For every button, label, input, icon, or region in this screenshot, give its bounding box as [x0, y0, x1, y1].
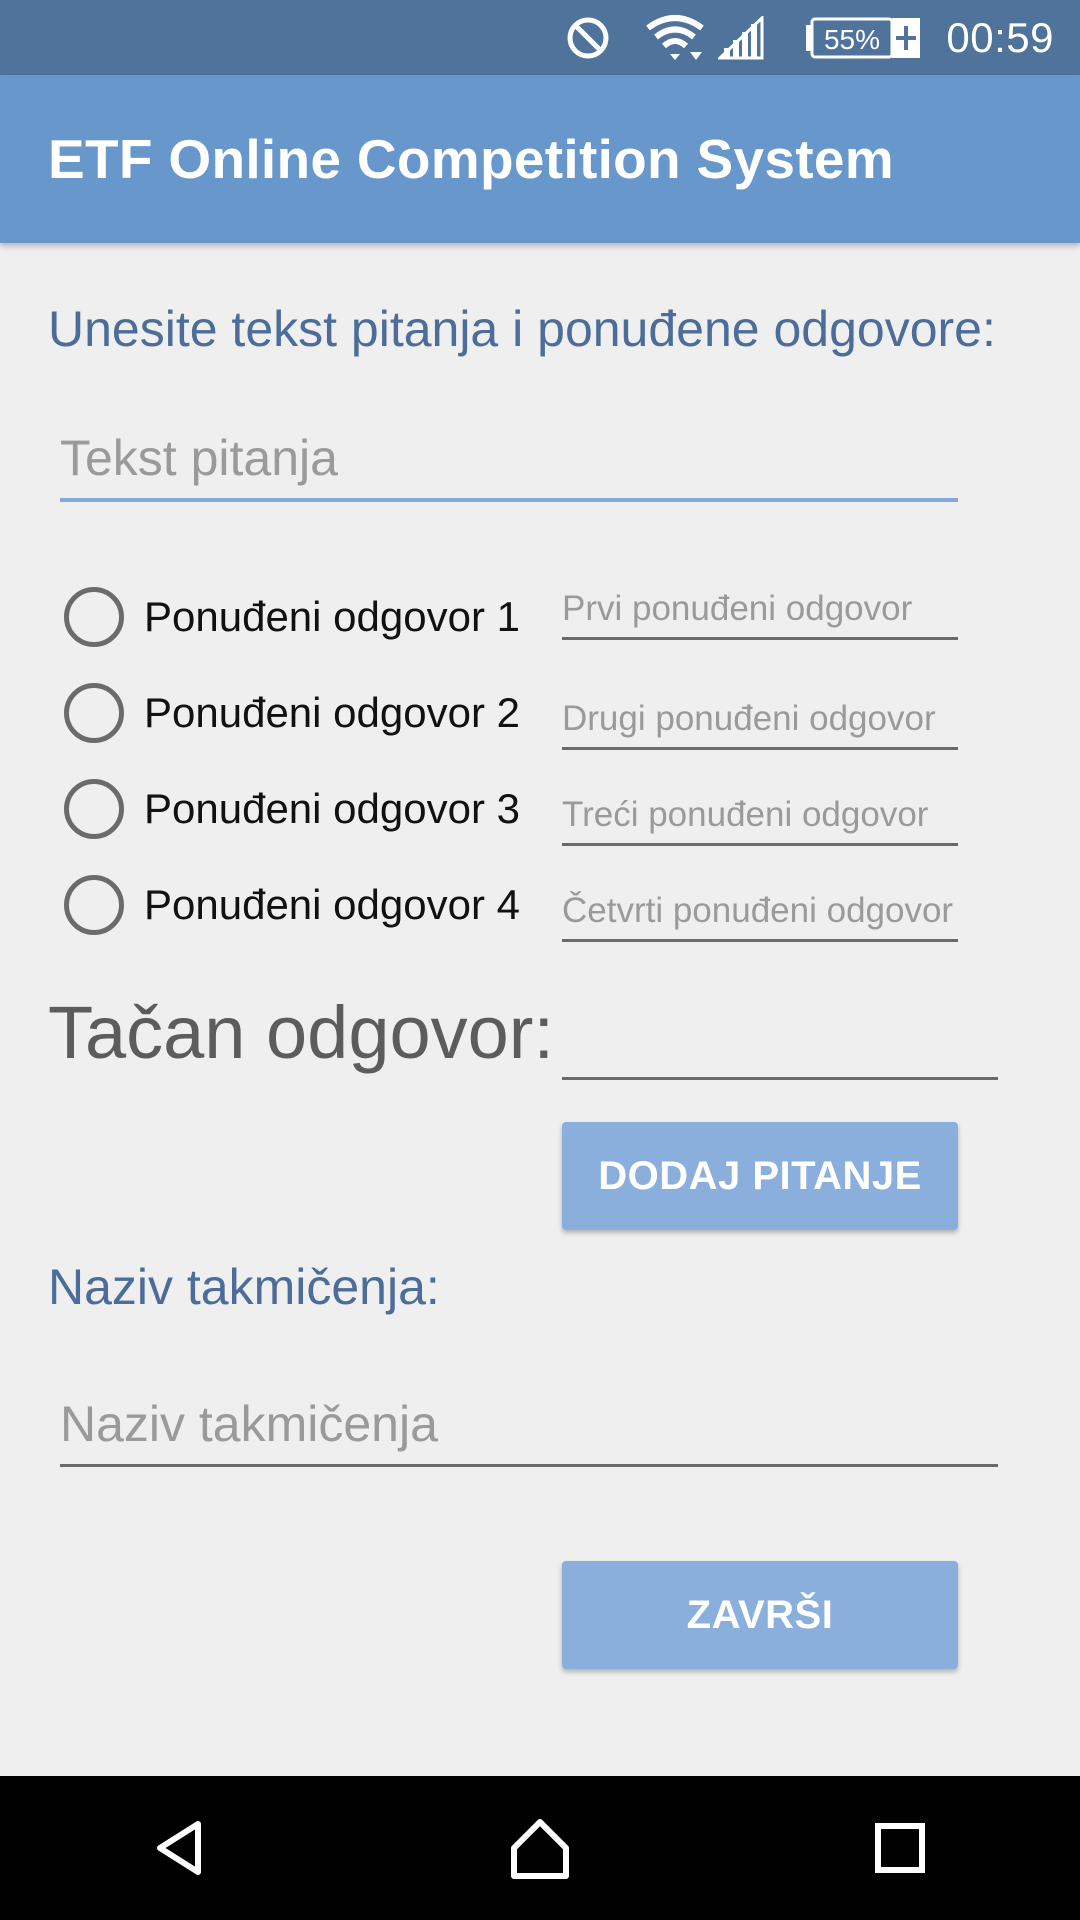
competition-name-input[interactable] — [60, 1383, 998, 1467]
app-title: ETF Online Competition System — [48, 128, 894, 190]
answer-radio-1[interactable]: Ponuđeni odgovor 1 — [64, 585, 534, 649]
answer-input-1[interactable] — [562, 580, 958, 640]
back-icon — [157, 1821, 201, 1875]
question-section-heading: Unesite tekst pitanja i ponuđene odgovor… — [48, 301, 996, 357]
clock-time: 00:59 — [946, 13, 1054, 61]
navigation-bar — [0, 1776, 1080, 1920]
answer-input-4[interactable] — [562, 882, 958, 942]
status-bar: 55% 00:59 — [0, 0, 1080, 75]
recents-icon — [875, 1823, 925, 1873]
app-bar: ETF Online Competition System — [0, 75, 1080, 243]
competition-name-heading: Naziv takmičenja: — [48, 1259, 440, 1315]
do-not-disturb-icon — [566, 0, 610, 75]
answer-radio-2[interactable]: Ponuđeni odgovor 2 — [64, 681, 534, 745]
radio-button-icon[interactable] — [64, 875, 124, 935]
radio-button-icon[interactable] — [64, 779, 124, 839]
radio-button-icon[interactable] — [64, 683, 124, 743]
wifi-icon — [646, 0, 705, 75]
answer-radio-label: Ponuđeni odgovor 1 — [144, 593, 520, 640]
finish-button[interactable]: ZAVRŠI — [562, 1561, 958, 1669]
correct-answer-input[interactable] — [562, 1000, 998, 1080]
answer-input-2[interactable] — [562, 690, 958, 750]
back-nav-button[interactable] — [120, 1788, 240, 1908]
answer-radio-3[interactable]: Ponuđeni odgovor 3 — [64, 777, 534, 841]
answer-radio-label: Ponuđeni odgovor 3 — [144, 785, 520, 832]
answer-input-3[interactable] — [562, 786, 958, 846]
radio-button-icon[interactable] — [64, 587, 124, 647]
battery-percent: 55% — [824, 24, 880, 55]
answer-radio-label: Ponuđeni odgovor 4 — [144, 881, 520, 928]
recents-nav-button[interactable] — [840, 1788, 960, 1908]
signal-icon — [718, 0, 764, 75]
correct-answer-label: Tačan odgovor: — [48, 991, 555, 1074]
question-text-input[interactable] — [60, 418, 958, 502]
add-question-button[interactable]: DODAJ PITANJE — [562, 1122, 958, 1230]
answer-radio-4[interactable]: Ponuđeni odgovor 4 — [64, 873, 534, 937]
answer-radio-label: Ponuđeni odgovor 2 — [144, 689, 520, 736]
battery-charging-icon: 55% — [804, 0, 922, 75]
home-icon — [511, 1819, 569, 1879]
home-nav-button[interactable] — [480, 1788, 600, 1908]
